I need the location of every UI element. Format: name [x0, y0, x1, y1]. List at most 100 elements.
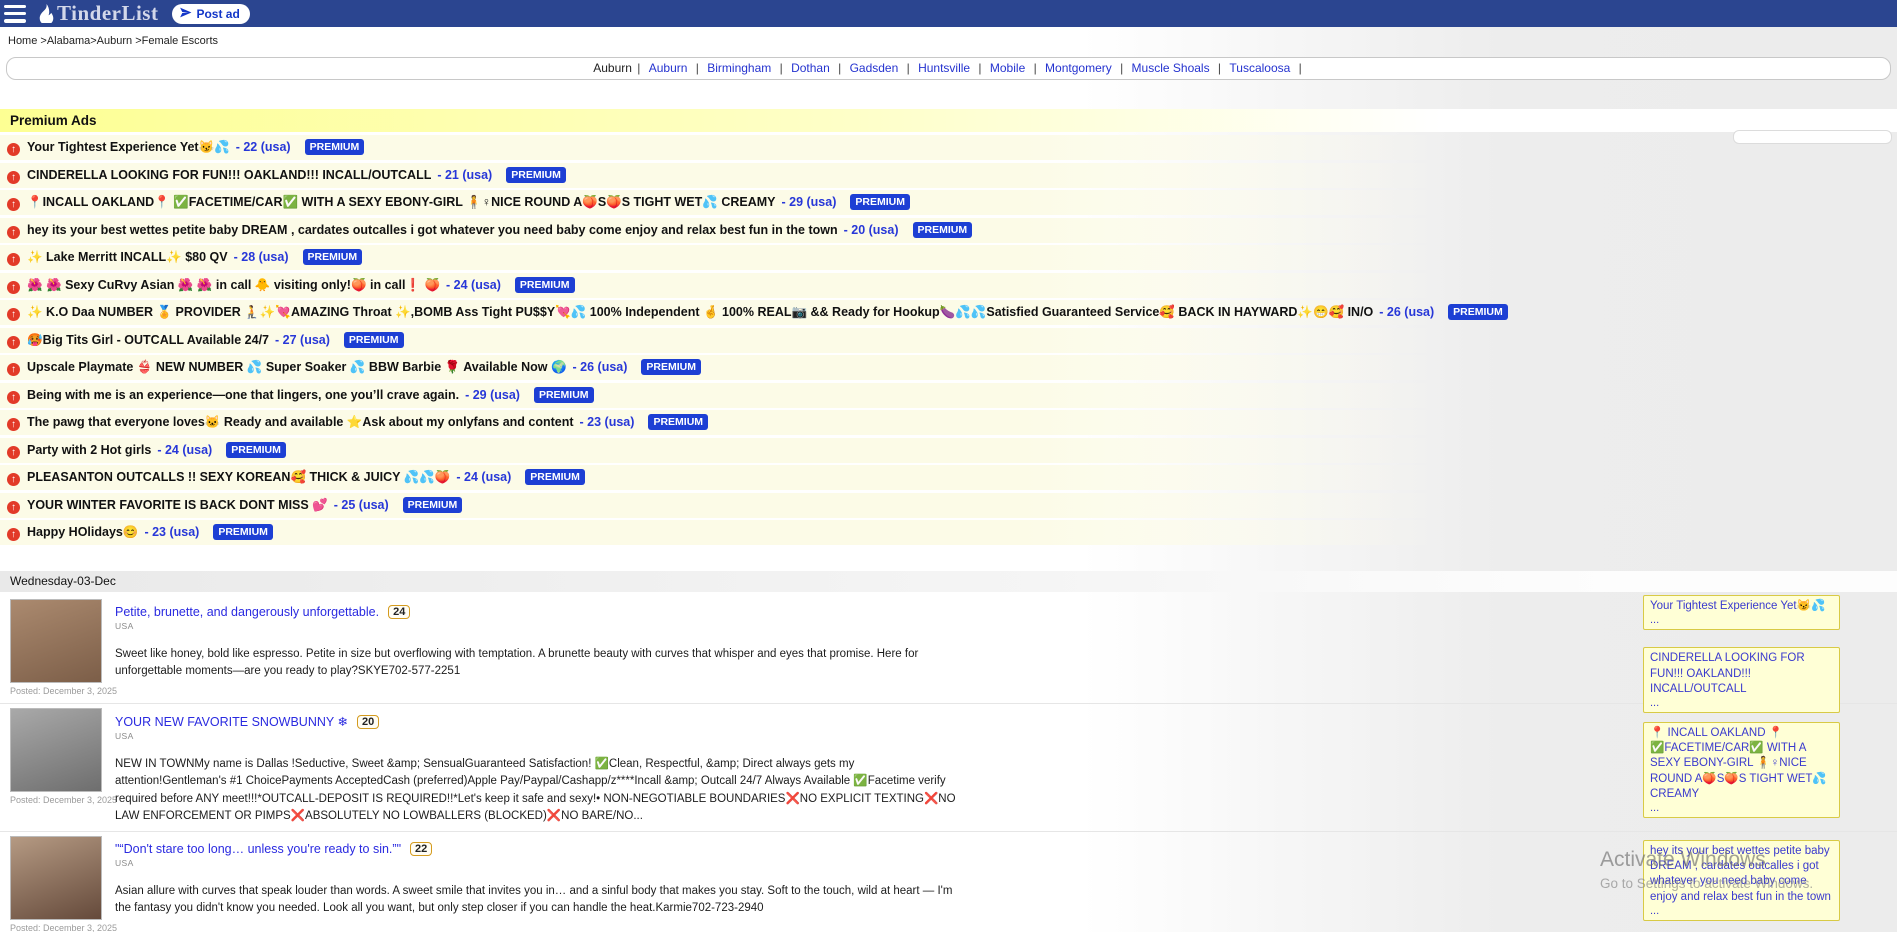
premium-ad-row[interactable]: ✨ K.O Daa NUMBER 🏅 PROVIDER 🧎✨💘AMAZING T…	[0, 300, 1897, 325]
listing-left-column: Posted: December 3, 2025	[10, 599, 102, 697]
listing-body: Petite, brunette, and dangerously unforg…	[115, 599, 967, 697]
premium-ad-row[interactable]: Happy HOlidays😊 - 23 (usa) PREMIUM	[0, 520, 1897, 545]
premium-ad-row[interactable]: Your Tightest Experience Yet😼💦- 22 (usa)…	[0, 135, 1897, 160]
premium-ad-row[interactable]: Party with 2 Hot girls- 24 (usa)PREMIUM	[0, 438, 1897, 463]
premium-ad-row[interactable]: hey its your best wettes petite baby DRE…	[0, 218, 1897, 243]
separator: |	[692, 61, 702, 75]
listing-title-row: "“Don't stare too long… unless you're re…	[115, 842, 967, 856]
city-link-muscle-shoals[interactable]: Muscle Shoals	[1132, 61, 1210, 75]
premium-ad-age-region: - 26 (usa)	[1379, 305, 1434, 319]
premium-ad-row[interactable]: Being with me is an experience—one that …	[0, 383, 1897, 408]
hamburger-menu-icon[interactable]	[4, 5, 26, 23]
flame-icon	[38, 4, 55, 23]
listing-title-link[interactable]: YOUR NEW FAVORITE SNOWBUNNY ❄	[115, 714, 348, 729]
premium-ad-age-region: - 28 (usa)	[234, 250, 289, 264]
premium-ad-title-link[interactable]: ✨ Lake Merritt INCALL✨ $80 QV	[27, 250, 228, 264]
sidebar-premium-ad-box[interactable]: hey its your best wettes petite baby DRE…	[1643, 840, 1840, 921]
breadcrumb[interactable]: Home >Alabama>Auburn >Female Escorts	[0, 27, 1897, 52]
premium-ad-title-link[interactable]: 📍INCALL OAKLAND📍 ✅FACETIME/CAR✅ WITH A S…	[27, 195, 776, 209]
listing-age-badge: 24	[388, 605, 410, 619]
city-link-mobile[interactable]: Mobile	[990, 61, 1025, 75]
premium-ad-age-region: - 23 (usa)	[580, 415, 635, 429]
premium-ad-title-link[interactable]: ✨ K.O Daa NUMBER 🏅 PROVIDER 🧎✨💘AMAZING T…	[27, 305, 1373, 319]
sidebar-premium-ad-box[interactable]: Your Tightest Experience Yet😼💦 ...	[1643, 595, 1840, 630]
premium-ad-row[interactable]: YOUR WINTER FAVORITE IS BACK DONT MISS 💕…	[0, 493, 1897, 518]
separator: |	[634, 61, 644, 75]
premium-ad-title-link[interactable]: Happy HOlidays😊	[27, 525, 138, 539]
premium-ad-age-region: - 23 (usa)	[144, 525, 199, 539]
city-link-tuscaloosa[interactable]: Tuscaloosa	[1229, 61, 1290, 75]
listing-posted-date: Posted: December 3, 2025	[10, 686, 102, 696]
city-link-gadsden[interactable]: Gadsden	[850, 61, 899, 75]
sidebar-ad-link[interactable]: CINDERELLA LOOKING FOR FUN!!! OAKLAND!!!…	[1650, 651, 1833, 697]
bump-up-icon	[7, 418, 20, 431]
sidebar-ad-link[interactable]: hey its your best wettes petite baby DRE…	[1650, 844, 1833, 905]
city-link-auburn[interactable]: Auburn	[649, 61, 688, 75]
premium-ad-row[interactable]: ✨ Lake Merritt INCALL✨ $80 QV- 28 (usa)P…	[0, 245, 1897, 270]
premium-ad-title-link[interactable]: Party with 2 Hot girls	[27, 443, 151, 457]
listing-photo-placeholder[interactable]	[10, 836, 102, 920]
sidebar-ad-more-link[interactable]: ...	[1650, 614, 1833, 627]
premium-ad-row[interactable]: 🥵Big Tits Girl - OUTCALL Available 24/7-…	[0, 328, 1897, 353]
site-logo[interactable]: TinderList	[38, 1, 158, 26]
premium-ad-age-region: - 24 (usa)	[157, 443, 212, 457]
listing-photo-placeholder[interactable]	[10, 708, 102, 792]
listing-country-label: USA	[115, 621, 967, 631]
premium-ad-title-link[interactable]: Your Tightest Experience Yet😼💦	[27, 140, 230, 154]
listing-photo-placeholder[interactable]	[10, 599, 102, 683]
premium-ad-row[interactable]: The pawg that everyone loves🐱 Ready and …	[0, 410, 1897, 435]
post-ad-button[interactable]: Post ad	[172, 4, 249, 24]
listing-posted-date: Posted: December 3, 2025	[10, 923, 102, 932]
listing-title-link[interactable]: Petite, brunette, and dangerously unforg…	[115, 605, 379, 619]
premium-badge: PREMIUM	[648, 414, 708, 430]
premium-ad-title-link[interactable]: PLEASANTON OUTCALLS !! SEXY KOREAN🥰 THIC…	[27, 470, 450, 484]
bump-up-icon	[7, 171, 20, 184]
premium-ad-title-link[interactable]: 🌺 🌺 Sexy CuRvy Asian 🌺 🌺 in call 🐥 visit…	[27, 278, 440, 292]
premium-ads-heading: Premium Ads	[0, 109, 1897, 132]
sidebar-ad-link[interactable]: Your Tightest Experience Yet😼💦	[1650, 599, 1833, 614]
separator: |	[1030, 61, 1040, 75]
city-link-huntsville[interactable]: Huntsville	[918, 61, 970, 75]
sidebar-ad-more-link[interactable]: ...	[1650, 802, 1833, 815]
city-link-montgomery[interactable]: Montgomery	[1045, 61, 1112, 75]
premium-ad-title-link[interactable]: The pawg that everyone loves🐱 Ready and …	[27, 415, 574, 429]
sidebar-ad-link[interactable]: 📍 INCALL OAKLAND 📍 ✅FACETIME/CAR✅ WITH A…	[1650, 726, 1833, 802]
sidebar-premium-ad-box[interactable]: CINDERELLA LOOKING FOR FUN!!! OAKLAND!!!…	[1643, 647, 1840, 713]
sidebar-premium-ads: Your Tightest Experience Yet😼💦 ... CINDE…	[1643, 595, 1840, 932]
premium-ad-title-link[interactable]: YOUR WINTER FAVORITE IS BACK DONT MISS 💕	[27, 498, 328, 512]
premium-badge: PREMIUM	[515, 277, 575, 293]
premium-ad-title-link[interactable]: 🥵Big Tits Girl - OUTCALL Available 24/7	[27, 333, 269, 347]
city-link-birmingham[interactable]: Birmingham	[707, 61, 771, 75]
premium-ads-section: Premium Ads Your Tightest Experience Yet…	[0, 109, 1897, 545]
listing-title-link[interactable]: "“Don't stare too long… unless you're re…	[115, 842, 401, 856]
premium-ad-title-link[interactable]: Being with me is an experience—one that …	[27, 388, 459, 402]
premium-ad-row[interactable]: 📍INCALL OAKLAND📍 ✅FACETIME/CAR✅ WITH A S…	[0, 190, 1897, 215]
premium-badge: PREMIUM	[305, 139, 365, 155]
sidebar-premium-ad-box[interactable]: 📍 INCALL OAKLAND 📍 ✅FACETIME/CAR✅ WITH A…	[1643, 722, 1840, 818]
bump-up-icon	[7, 446, 20, 459]
bump-up-icon	[7, 226, 20, 239]
premium-ad-title-link[interactable]: hey its your best wettes petite baby DRE…	[27, 223, 838, 237]
sidebar-ad-more-link[interactable]: ...	[1650, 905, 1833, 918]
city-link-dothan[interactable]: Dothan	[791, 61, 830, 75]
listing-title-row: YOUR NEW FAVORITE SNOWBUNNY ❄ 20	[115, 714, 967, 729]
separator: |	[776, 61, 786, 75]
bump-up-icon	[7, 363, 20, 376]
premium-ad-title-link[interactable]: CINDERELLA LOOKING FOR FUN!!! OAKLAND!!!…	[27, 168, 431, 182]
post-ad-label: Post ad	[196, 7, 239, 21]
premium-ad-row[interactable]: CINDERELLA LOOKING FOR FUN!!! OAKLAND!!!…	[0, 163, 1897, 188]
premium-ad-row[interactable]: 🌺 🌺 Sexy CuRvy Asian 🌺 🌺 in call 🐥 visit…	[0, 273, 1897, 298]
premium-badge: PREMIUM	[213, 524, 273, 540]
bump-up-icon	[7, 336, 20, 349]
premium-badge: PREMIUM	[534, 387, 594, 403]
premium-ad-age-region: - 25 (usa)	[334, 498, 389, 512]
premium-ad-row[interactable]: Upscale Playmate 👙 NEW NUMBER 💦 Super So…	[0, 355, 1897, 380]
bump-up-icon	[7, 253, 20, 266]
listing-age-badge: 22	[410, 842, 432, 856]
listing-description: Asian allure with curves that speak loud…	[115, 883, 967, 918]
premium-ad-row[interactable]: PLEASANTON OUTCALLS !! SEXY KOREAN🥰 THIC…	[0, 465, 1897, 490]
premium-ad-title-link[interactable]: Upscale Playmate 👙 NEW NUMBER 💦 Super So…	[27, 360, 567, 374]
sidebar-ad-more-link[interactable]: ...	[1650, 697, 1833, 710]
bump-up-icon	[7, 281, 20, 294]
bump-up-icon	[7, 308, 20, 321]
